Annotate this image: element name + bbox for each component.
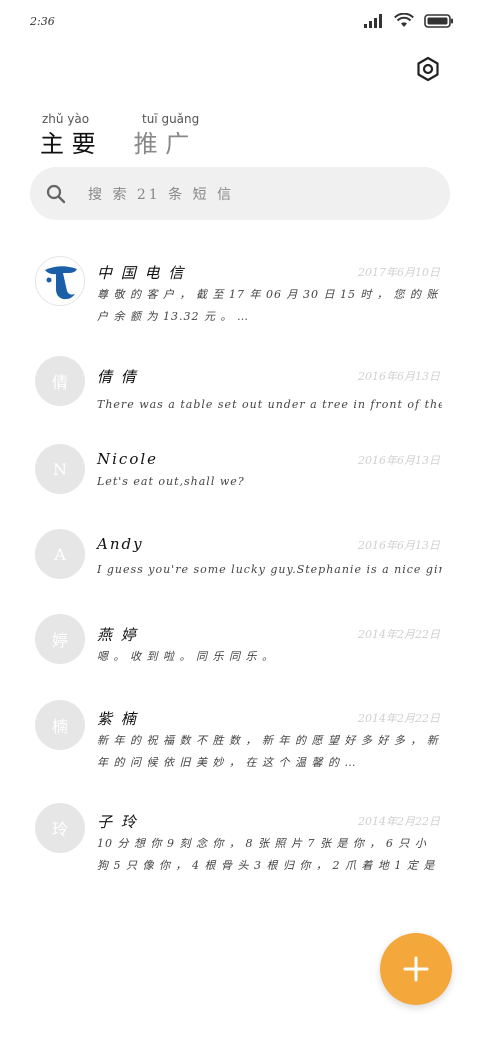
conversation-name: Andy xyxy=(97,535,144,553)
avatar: A xyxy=(35,529,85,579)
settings-icon xyxy=(417,56,439,82)
conversation-name: 紫 楠 xyxy=(97,710,138,728)
conversation-preview: I guess you're some lucky guy.Stephanie … xyxy=(97,563,442,576)
conversation-item[interactable]: 楠 紫 楠 2014年2月22日 新 年 的 祝 福 数 不 胜 数 ， 新 年… xyxy=(0,700,480,785)
wifi-icon xyxy=(394,13,414,27)
conversation-preview: 10 分 想 你 9 刻 念 你 ， 8 张 照 片 7 张 是 你 ， 6 只… xyxy=(97,837,436,872)
conversation-preview: 新 年 的 祝 福 数 不 胜 数 ， 新 年 的 愿 望 好 多 好 多 ， … xyxy=(97,734,439,769)
battery-icon xyxy=(424,13,453,28)
conversation-preview: There was a table set out under a tree i… xyxy=(97,398,442,411)
conversation-item[interactable]: A Andy 2016年6月13日 I guess you're some lu… xyxy=(0,529,480,599)
avatar: 婷 xyxy=(35,614,85,664)
avatar: N xyxy=(35,444,85,494)
avatar: 楠 xyxy=(35,700,85,750)
conversation-item[interactable]: N Nicole 2016年6月13日 Let's eat out,shall … xyxy=(0,444,480,514)
conversation-date: 2014年2月22日 xyxy=(358,628,440,641)
conversation-item[interactable]: 婷 燕 婷 2014年2月22日 嗯 。 收 到 啦 。 同 乐 同 乐 。 xyxy=(0,614,480,684)
settings-button[interactable] xyxy=(414,55,442,83)
search-placeholder: 搜 索 21 条 短 信 xyxy=(88,186,235,203)
conversation-name: 子 玲 xyxy=(97,813,138,831)
status-icons xyxy=(364,13,454,28)
conversation-item[interactable]: 倩 倩 倩 2016年6月13日 There was a table set o… xyxy=(0,356,480,426)
tab-promotions[interactable]: 推 广 xyxy=(134,124,190,159)
conversation-date: 2014年2月22日 xyxy=(358,815,440,828)
conversation-date: 2017年6月10日 xyxy=(358,266,440,279)
conversation-date: 2016年6月13日 xyxy=(358,454,440,467)
china-telecom-logo-icon xyxy=(45,266,77,300)
plus-icon xyxy=(403,956,429,982)
search-icon xyxy=(46,184,66,203)
conversation-date: 2014年2月22日 xyxy=(358,712,440,725)
avatar-china-telecom xyxy=(35,256,85,306)
avatar: 玲 xyxy=(35,803,85,853)
search-bar[interactable]: 搜 索 21 条 短 信 xyxy=(30,167,450,220)
tab-main[interactable]: 主 要 xyxy=(40,124,96,159)
conversation-preview: Let's eat out,shall we? xyxy=(97,475,245,488)
new-message-button[interactable] xyxy=(380,933,452,1005)
conversation-date: 2016年6月13日 xyxy=(358,539,440,552)
avatar: 倩 xyxy=(35,356,85,406)
signal-icon xyxy=(364,13,382,28)
conversation-name: 燕 婷 xyxy=(97,626,138,644)
conversation-name: Nicole xyxy=(97,450,159,468)
status-bar: 2:36 xyxy=(0,0,480,44)
conversation-preview: 嗯 。 收 到 啦 。 同 乐 同 乐 。 xyxy=(97,650,274,663)
status-time: 2:36 xyxy=(30,15,55,28)
conversation-item[interactable]: 玲 子 玲 2014年2月22日 10 分 想 你 9 刻 念 你 ， 8 张 … xyxy=(0,803,480,888)
tab-bar: 主 要 推 广 xyxy=(40,110,189,159)
conversation-item[interactable]: 中 国 电 信 2017年6月10日 尊 敬 的 客 户 ， 截 至 17 年 … xyxy=(0,248,480,343)
conversation-preview: 尊 敬 的 客 户 ， 截 至 17 年 06 月 30 日 15 时 ， 您 … xyxy=(97,288,439,323)
conversation-date: 2016年6月13日 xyxy=(358,370,440,383)
conversation-name: 倩 倩 xyxy=(97,368,138,386)
conversation-name: 中 国 电 信 xyxy=(97,264,186,282)
